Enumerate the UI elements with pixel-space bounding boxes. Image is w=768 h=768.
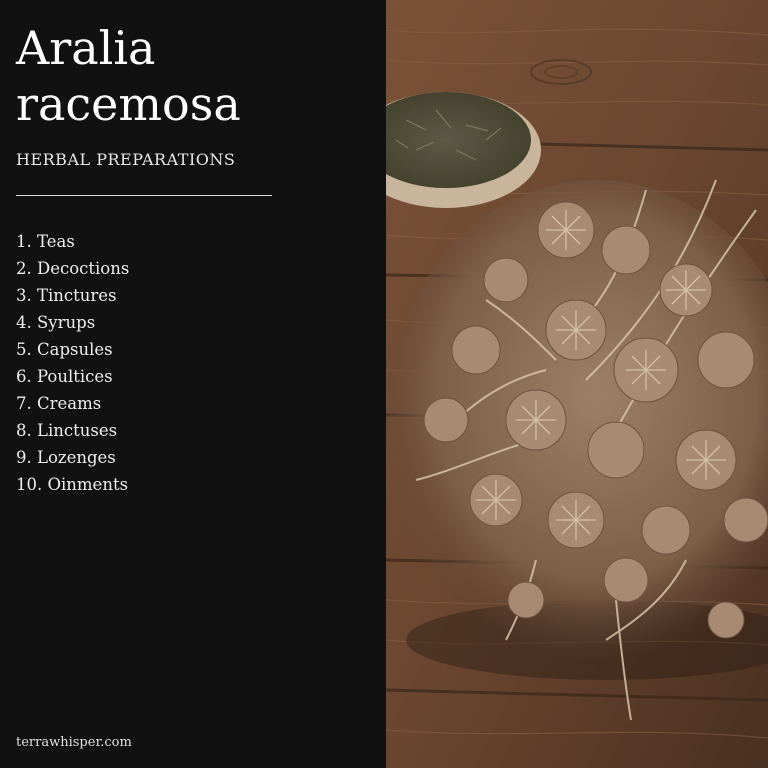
list-item: 7. Creams — [16, 394, 102, 413]
page-title: Aralia racemosa — [16, 20, 241, 132]
subtitle: HERBAL PREPARATIONS — [16, 150, 236, 169]
preparations-list: 1. Teas 2. Decoctions 3. Tinctures 4. Sy… — [16, 228, 129, 498]
text-panel: Aralia racemosa HERBAL PREPARATIONS 1. T… — [0, 0, 386, 768]
divider — [16, 195, 272, 196]
list-item: 5. Capsules — [16, 340, 113, 359]
list-item: 3. Tinctures — [16, 286, 117, 305]
footer-site-link[interactable]: terrawhisper.com — [16, 735, 132, 750]
herb-photo — [386, 0, 768, 768]
list-item: 8. Linctuses — [16, 421, 118, 440]
list-item: 6. Poultices — [16, 367, 113, 386]
list-item: 4. Syrups — [16, 313, 96, 332]
title-line-1: Aralia — [16, 21, 156, 75]
page: Aralia racemosa HERBAL PREPARATIONS 1. T… — [0, 0, 768, 768]
list-item: 9. Lozenges — [16, 448, 116, 467]
list-item: 1. Teas — [16, 232, 75, 251]
herb-photo-illustration — [386, 0, 768, 768]
title-line-2: racemosa — [16, 77, 241, 131]
list-item: 10. Oinments — [16, 475, 129, 494]
list-item: 2. Decoctions — [16, 259, 130, 278]
